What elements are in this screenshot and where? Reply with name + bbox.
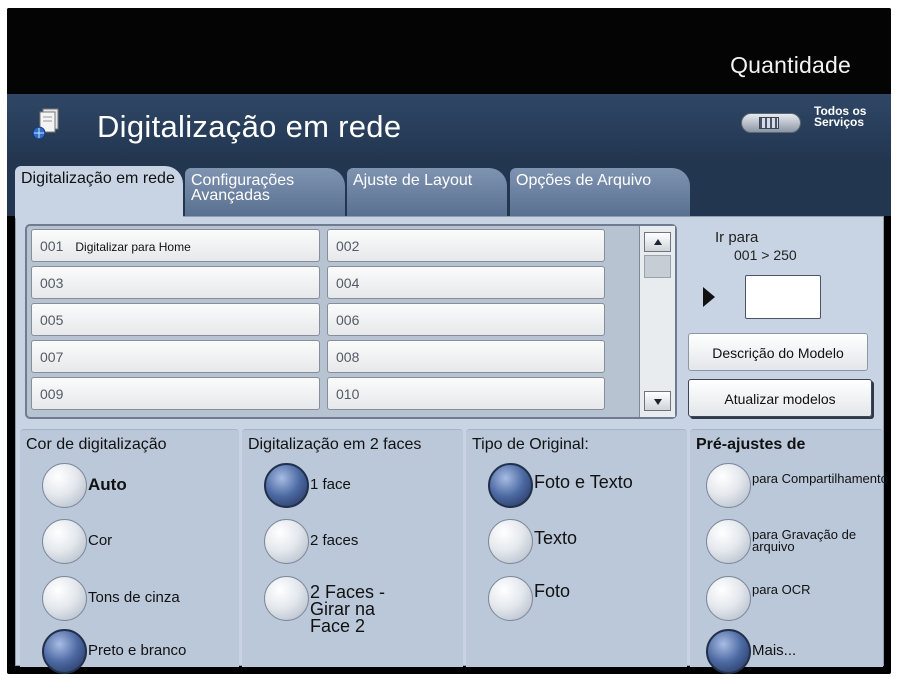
radio-button[interactable] <box>706 629 751 674</box>
option-label: 1 face <box>310 476 351 493</box>
original-type-title: Tipo de Original: <box>472 436 589 453</box>
scroll-up-button[interactable] <box>644 232 671 252</box>
device-screen: Quantidade Digitalização em rede Todos o… <box>7 8 891 674</box>
option-black-and-white[interactable]: Preto e branco <box>42 629 238 674</box>
two-sided-scanning-title: Digitalização em 2 faces <box>248 436 422 453</box>
goto-number-input[interactable] <box>745 275 821 319</box>
list-item[interactable]: 010 <box>327 377 605 410</box>
arrow-right-icon <box>703 287 715 307</box>
list-item-name: Digitalizar para Home <box>75 240 191 254</box>
scroll-down-button[interactable] <box>644 391 671 411</box>
option-label: Foto <box>534 581 571 601</box>
radio-button[interactable] <box>706 463 751 508</box>
network-scan-icon <box>32 108 59 140</box>
list-item[interactable]: 002 <box>327 229 605 262</box>
option-text[interactable]: Texto <box>488 519 684 567</box>
tab-network-scanning[interactable]: Digitalização em rede <box>15 166 183 218</box>
scroll-thumb[interactable] <box>644 255 671 278</box>
tab-layout-adjustment[interactable]: Ajuste de Layout <box>347 168 507 216</box>
template-list: 001 Digitalizar para Home 002 003 004 005… <box>25 224 677 419</box>
goto-range: 001 > 250 <box>734 247 797 263</box>
update-models-button[interactable]: Atualizar modelos <box>688 379 872 417</box>
scan-color-group: Cor de digitalização Auto Cor Tons de ci… <box>20 429 239 674</box>
top-bar: Quantidade <box>7 8 891 94</box>
list-item[interactable]: 005 <box>31 303 320 336</box>
list-item-number: 002 <box>336 238 360 254</box>
list-item-number: 009 <box>40 386 64 402</box>
option-preset-ocr[interactable]: para OCR <box>706 576 891 624</box>
radio-button[interactable] <box>488 519 533 564</box>
radio-button[interactable] <box>488 463 533 508</box>
option-preset-more[interactable]: Mais... <box>706 629 891 674</box>
option-label: Cor <box>88 532 113 549</box>
option-preset-archival[interactable]: para Gravação de arquivo <box>706 519 891 567</box>
list-item-number: 008 <box>336 349 360 365</box>
list-item-number: 006 <box>336 312 360 328</box>
radio-button[interactable] <box>264 519 309 564</box>
option-label: Tons de cinza <box>88 589 180 606</box>
presets-group: Pré-ajustes de para Compartilhamento par… <box>690 429 888 674</box>
option-label: para Compartilhamento <box>752 471 888 486</box>
option-label: para Gravação de arquivo <box>752 527 857 554</box>
radio-button[interactable] <box>706 519 751 564</box>
all-services-label: Todos os Serviços <box>814 104 867 129</box>
option-color[interactable]: Cor <box>42 519 238 567</box>
option-label: para OCR <box>752 582 811 597</box>
list-item[interactable]: 004 <box>327 266 605 299</box>
model-description-button[interactable]: Descrição do Modelo <box>688 333 868 371</box>
list-scrollbar[interactable] <box>639 226 675 417</box>
option-grayscale[interactable]: Tons de cinza <box>42 576 238 624</box>
quantity-label: Quantidade <box>730 52 851 78</box>
radio-button[interactable] <box>264 463 309 508</box>
presets-title: Pré-ajustes de <box>696 436 806 453</box>
list-item[interactable]: 001 Digitalizar para Home <box>31 229 320 262</box>
option-two-sided-rotate[interactable]: 2 Faces - Girar na Face 2 <box>264 576 460 636</box>
option-photo[interactable]: Foto <box>488 576 684 624</box>
radio-button[interactable] <box>42 519 87 564</box>
list-item-number: 001 <box>40 238 64 254</box>
option-label: Texto <box>534 528 578 548</box>
radio-button[interactable] <box>42 629 87 674</box>
option-label: Foto e Texto <box>534 472 633 492</box>
list-item[interactable]: 007 <box>31 340 320 373</box>
option-two-sided[interactable]: 2 faces <box>264 519 460 567</box>
scan-color-title: Cor de digitalização <box>26 436 167 453</box>
list-item-number: 005 <box>40 312 64 328</box>
option-one-sided[interactable]: 1 face <box>264 463 460 511</box>
title-bar: Digitalização em rede Todos os Serviços <box>7 94 891 160</box>
option-label: 2 faces <box>310 532 359 549</box>
option-preset-sharing[interactable]: para Compartilhamento <box>706 463 891 511</box>
radio-button[interactable] <box>42 576 87 621</box>
radio-button[interactable] <box>488 576 533 621</box>
two-sided-scanning-group: Digitalização em 2 faces 1 face 2 faces … <box>242 429 463 667</box>
list-item[interactable]: 006 <box>327 303 605 336</box>
option-label: Preto e branco <box>88 642 187 659</box>
goto-label: Ir para <box>715 229 759 246</box>
option-label: 2 Faces - Girar na Face 2 <box>310 582 386 636</box>
list-item[interactable]: 008 <box>327 340 605 373</box>
original-type-group: Tipo de Original: Foto e Texto Texto Fot… <box>466 429 687 667</box>
all-services-button[interactable]: Todos os Serviços <box>741 104 877 140</box>
list-item-number: 010 <box>336 386 360 402</box>
list-item-number: 004 <box>336 275 360 291</box>
radio-button[interactable] <box>264 576 309 621</box>
option-photo-and-text[interactable]: Foto e Texto <box>488 463 684 511</box>
radio-button[interactable] <box>706 576 751 621</box>
tab-advanced-settings[interactable]: Configurações Avançadas <box>185 168 345 216</box>
page-title: Digitalização em rede <box>97 109 402 144</box>
all-services-icon <box>741 113 801 133</box>
list-item[interactable]: 003 <box>31 266 320 299</box>
radio-button[interactable] <box>42 463 87 508</box>
list-item-number: 003 <box>40 275 64 291</box>
option-label: Auto <box>88 475 127 494</box>
main-panel: 001 Digitalizar para Home 002 003 004 005… <box>15 216 888 674</box>
list-item-number: 007 <box>40 349 64 365</box>
option-label: Mais... <box>752 642 797 659</box>
option-auto[interactable]: Auto <box>42 463 238 511</box>
tab-filing-options[interactable]: Opções de Arquivo <box>510 168 690 216</box>
tab-bar: Digitalização em rede Configurações Avan… <box>7 160 891 218</box>
list-item[interactable]: 009 <box>31 377 320 410</box>
